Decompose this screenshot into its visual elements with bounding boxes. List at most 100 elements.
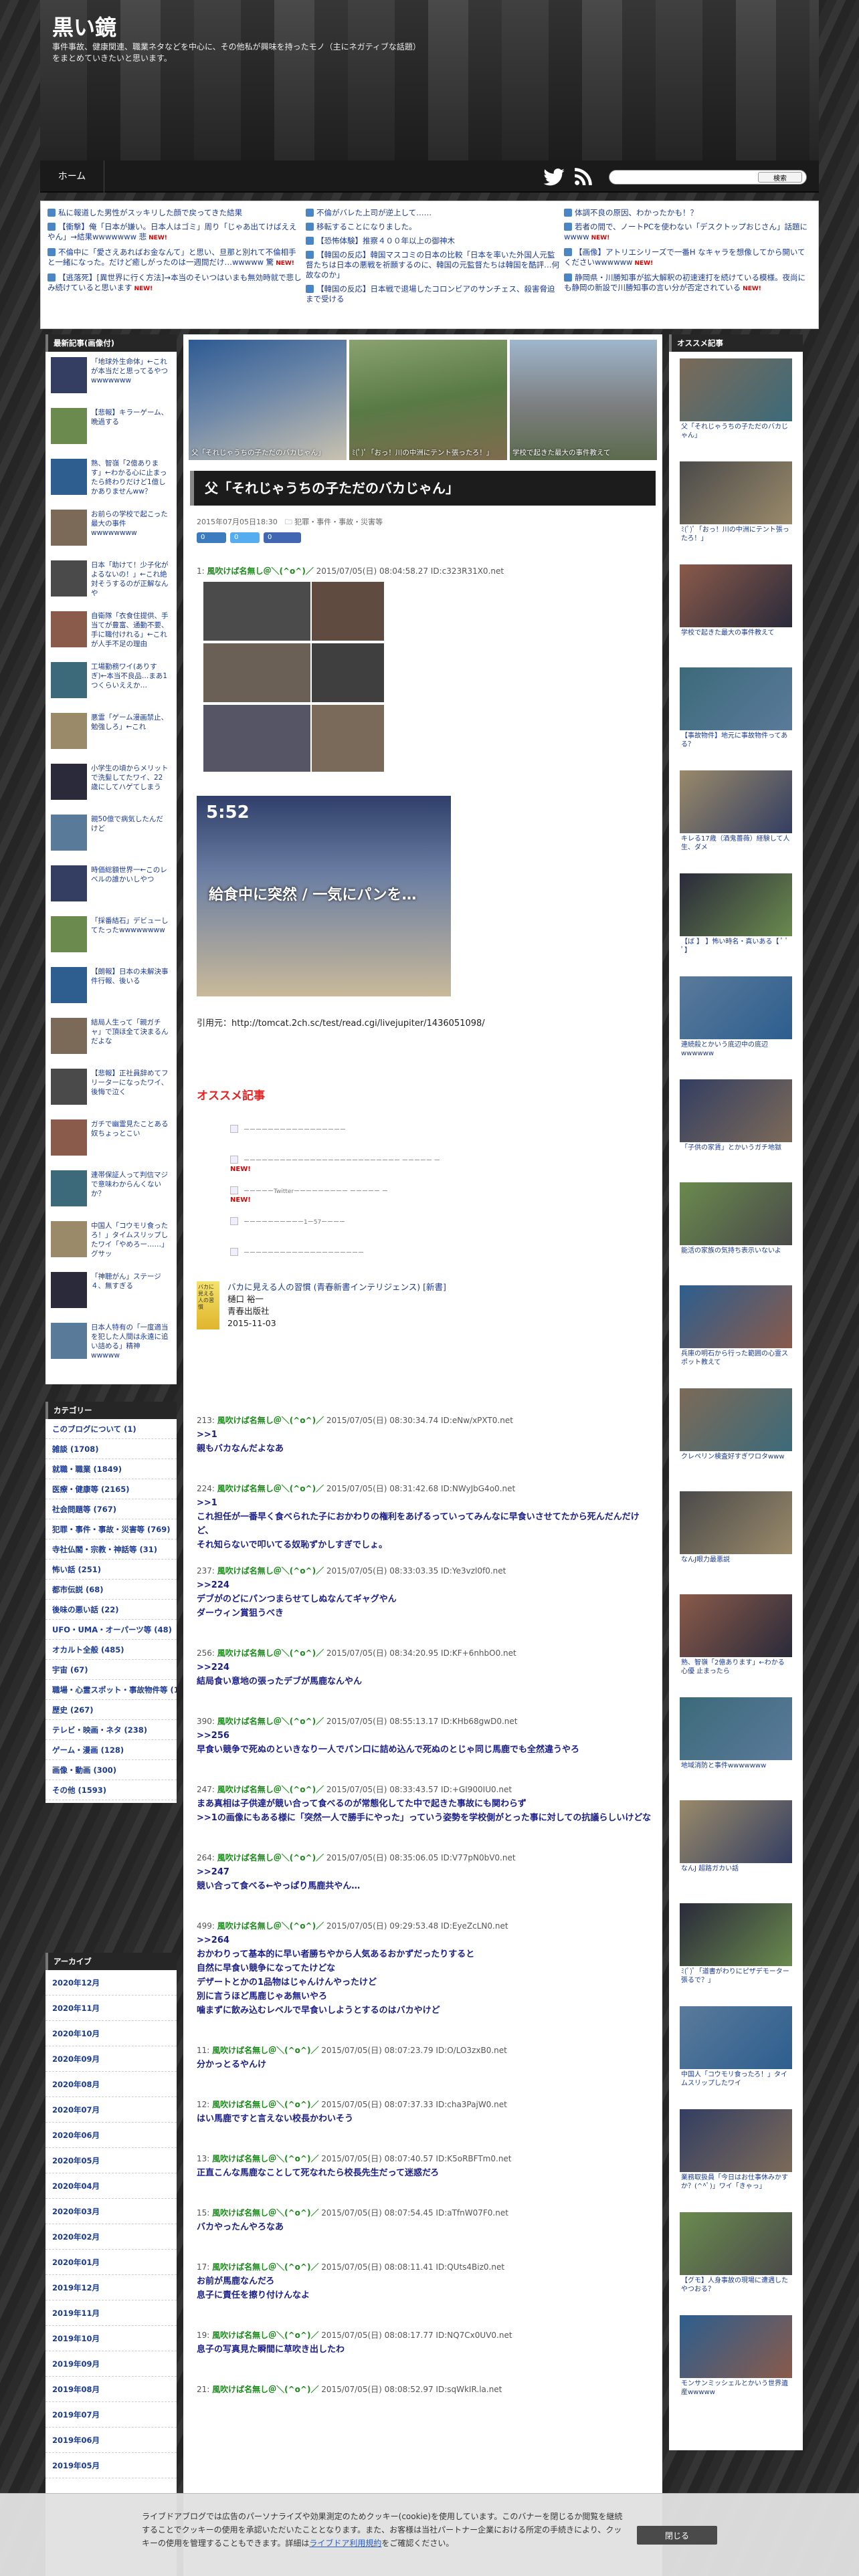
category-link[interactable]: 就職・職業 (1849) [45, 1459, 177, 1479]
article-thumbnail[interactable] [51, 510, 87, 546]
card-thumbnail[interactable] [680, 2212, 792, 2275]
twitter-icon[interactable] [543, 169, 565, 186]
recent-article-item[interactable]: 工場勤務ワイ(ありすぎ)←本当不良品…まあ1つくらいええか… [51, 662, 169, 704]
archive-month-link[interactable]: 2020年08月 [45, 2072, 177, 2097]
category-link[interactable]: UFO・UMA・オーパーツ等 (48) [45, 1620, 177, 1640]
category-link[interactable]: ゲーム・漫画 (128) [45, 1740, 177, 1760]
news-item[interactable]: 静岡県・川勝知事が拡大解釈の初速速打を続けている模様。夜尚にも静岡の新設で川勝知… [564, 273, 812, 294]
comment-line[interactable]: >>264 [197, 1933, 652, 1947]
card-title[interactable]: キレる17歳（酒鬼薔薇）経験して人生、ダメ [681, 835, 791, 852]
recent-article-item[interactable]: 悪霊「ゲーム漫画禁止、勉強しろ」←これ [51, 713, 169, 754]
card-thumbnail[interactable] [680, 1491, 792, 1554]
card-thumbnail[interactable] [680, 1697, 792, 1760]
archive-month-link[interactable]: 2020年10月 [45, 2021, 177, 2046]
card-title[interactable]: 地域消防と事件wwwwwww [681, 1761, 791, 1779]
recent-article-item[interactable]: 「採番結石」デビューしてたったwwwwwwww [51, 916, 169, 958]
recommend-item[interactable]: ーーーーーTwitterーーーーーーーーー ーーーーー ー NEW! [230, 1186, 645, 1204]
archive-month-link[interactable]: 2019年11月 [45, 2300, 177, 2326]
recent-article-title[interactable]: 熟、智嶺「2億あります」←わかる心に止まったら終わりだけど1億しかありませんww… [91, 459, 169, 496]
archive-month-link[interactable]: 2019年06月 [45, 2428, 177, 2453]
article-thumbnail[interactable] [51, 1018, 87, 1054]
category-link[interactable]: 歴史 (267) [45, 1700, 177, 1720]
recent-article-title[interactable]: 結局人生って「親ガチャ」で頂ほ全て決まるんだよな [91, 1018, 169, 1046]
cookie-close-button[interactable]: 閉じる [637, 2526, 717, 2545]
card-thumbnail[interactable] [680, 1903, 792, 1966]
recent-article-title[interactable]: 中国人「コウモリ食ったろ！」タイムスリップしたワイ「やめろー……」グサッ [91, 1221, 169, 1259]
recommended-card[interactable]: キレる17歳（酒鬼薔薇）経験して人生、ダメ [680, 770, 792, 851]
news-broadcast-image[interactable]: 5:52 給食中に突然 / 一気にパンを… [197, 796, 451, 996]
article-thumbnail[interactable] [51, 713, 87, 749]
rss-icon[interactable] [574, 167, 593, 186]
card-title[interactable]: なんJ眼力最悪説 [681, 1555, 791, 1573]
card-title[interactable]: なんJ 超路ガカい話 [681, 1864, 791, 1882]
article-thumbnail[interactable] [51, 1119, 87, 1156]
slider-item-1[interactable]: 父「それじゃうちの子ただのバカじゃん」 [189, 340, 347, 460]
archive-month-link[interactable]: 2020年03月 [45, 2199, 177, 2224]
recommend-item[interactable]: ーーーーーーーーーーーーーーーーーーーー [230, 1248, 645, 1263]
recommend-text[interactable]: ーーーーーTwitterーーーーーーーーー ーーーーー ー [244, 1188, 388, 1195]
article-thumbnail[interactable] [51, 815, 87, 851]
card-title[interactable]: 業務取扱員「今日はお仕事休みかすか？(^^ﾟ)」ワイ「きゃっ」 [681, 2173, 791, 2191]
category-link[interactable]: その他 (1593) [45, 1780, 177, 1800]
card-thumbnail[interactable] [680, 461, 792, 524]
twitter-share-button[interactable]: 0 [230, 532, 260, 543]
recent-article-title[interactable]: 親50億で病気したんだけど [91, 815, 169, 833]
recommend-item[interactable]: ーーーーーーーーーー1ー57ーーーー [230, 1217, 645, 1232]
recommended-card[interactable]: ﾐ(ﾟ)ﾟ「おっ！川の中洲にテント張ったろ！」 [680, 461, 792, 542]
recommended-card[interactable]: 熟、智嶺「2億あります」←わかる心優 止まったら [680, 1594, 792, 1675]
news-item[interactable]: 【逃落死】[異世界に行く方法]→本当のそいつはいまも無効時就で悲しみ続けていると… [47, 273, 302, 294]
archive-month-link[interactable]: 2020年06月 [45, 2123, 177, 2148]
archive-month-link[interactable]: 2020年07月 [45, 2097, 177, 2123]
search-button[interactable]: 検索 [758, 172, 802, 183]
recommend-text[interactable]: ーーーーーーーーーーーーーーーーー [244, 1127, 346, 1134]
article-thumbnail[interactable] [51, 916, 87, 952]
archive-month-link[interactable]: 2019年12月 [45, 2275, 177, 2300]
recent-article-title[interactable]: 小学生の頃からメリットで洗髪してたワイ、22歳にしてハゲてしまう [91, 764, 169, 792]
category-link[interactable]: このブログについて (1) [45, 1419, 177, 1439]
recent-article-item[interactable]: ガチで幽霊見たことある奴ちょっとこい [51, 1119, 169, 1161]
comment-line[interactable]: >>224 [197, 1578, 652, 1592]
archive-month-link[interactable]: 2020年01月 [45, 2250, 177, 2275]
card-title[interactable]: 連続殺とかいう底辺中の底辺wwwwww [681, 1041, 791, 1058]
card-thumbnail[interactable] [680, 358, 792, 421]
recommended-card[interactable]: 能活の家族の気持ち表示いないよ [680, 1182, 792, 1263]
recent-article-item[interactable]: 【悲報】キラーゲーム、晩過する [51, 408, 169, 449]
slider-item-3[interactable]: 学校で起きた最大の事件教えて [510, 340, 657, 460]
article-thumbnail[interactable] [51, 662, 87, 698]
news-item[interactable]: 体調不良の原因、わかったかも！？ [564, 208, 812, 218]
category-link[interactable]: オカルト全般 (485) [45, 1640, 177, 1660]
recent-article-item[interactable]: 親50億で病気したんだけど [51, 815, 169, 856]
recommend-item[interactable]: ーーーーーーーーーーーーーーーーーーーーーーーーーー ーーーーー ー NEW! [230, 1156, 645, 1173]
category-link[interactable]: 都市伝説 (68) [45, 1580, 177, 1600]
recent-article-item[interactable]: 「地球外生命体」←これが本当だと思ってるやつwwwwwww [51, 357, 169, 399]
recommend-text[interactable]: ーーーーーーーーーー1ー57ーーーー [244, 1219, 345, 1226]
recent-article-item[interactable]: 連帯保証人って判信マジで意味わからんくないか？ [51, 1170, 169, 1212]
card-thumbnail[interactable] [680, 1388, 792, 1451]
recent-article-title[interactable]: ガチで幽霊見たことある奴ちょっとこい [91, 1119, 169, 1138]
category-link[interactable]: 宇宙 (67) [45, 1660, 177, 1680]
article-thumbnail[interactable] [51, 967, 87, 1003]
article-thumbnail[interactable] [51, 459, 87, 495]
recent-article-title[interactable]: 悪霊「ゲーム漫画禁止、勉強しろ」←これ [91, 713, 169, 732]
recommended-card[interactable]: 【ば 】 】怖い時名・真いある【 ﾟ ﾟ ﾟ】 [680, 873, 792, 954]
search-input[interactable] [615, 172, 749, 183]
news-item[interactable]: 不倫中に「愛さえあればお金なんて」と思い、旦那と別れて不倫相手と一緒になった。だ… [47, 247, 302, 269]
hatena-share-button[interactable]: 0 [197, 532, 226, 543]
recent-article-title[interactable]: 「神聴がん」ステージ４、無すぎる [91, 1272, 169, 1291]
archive-month-link[interactable]: 2020年02月 [45, 2224, 177, 2250]
site-title[interactable]: 黒い鏡 [52, 11, 116, 41]
recommend-item[interactable]: ーーーーーーーーーーーーーーーーー [230, 1125, 645, 1140]
card-thumbnail[interactable] [680, 2109, 792, 2172]
comment-line[interactable]: >>247 [197, 1865, 652, 1879]
recent-article-item[interactable]: 日本「助けて！少子化がよるないの！」←これ絶対そうするのが正解なんや [51, 560, 169, 602]
card-title[interactable]: 父「それじゃうちの子ただのバカじゃん」 [681, 423, 791, 440]
book-title[interactable]: バカに見える人の習慣 (青春新書インテリジェンス) [新書] [227, 1281, 629, 1293]
archive-month-link[interactable]: 2020年12月 [45, 1970, 177, 1996]
recent-article-item[interactable]: 時価総額世界一←このレベルの誰かいしやつ [51, 865, 169, 907]
facebook-share-button[interactable]: 0 [264, 532, 301, 543]
card-title[interactable]: 熟、智嶺「2億あります」←わかる心優 止まったら [681, 1658, 791, 1676]
news-item[interactable]: 【韓国の反応】日本戦で退場したコロンビアのサンチェス、殺害脅迫まで受ける [306, 284, 560, 304]
article-thumbnail[interactable] [51, 865, 87, 901]
recommended-card[interactable]: 【グモ】人身事故の現場に遭遇したやつおる？ [680, 2212, 792, 2293]
article-thumbnail[interactable] [51, 1221, 87, 1257]
